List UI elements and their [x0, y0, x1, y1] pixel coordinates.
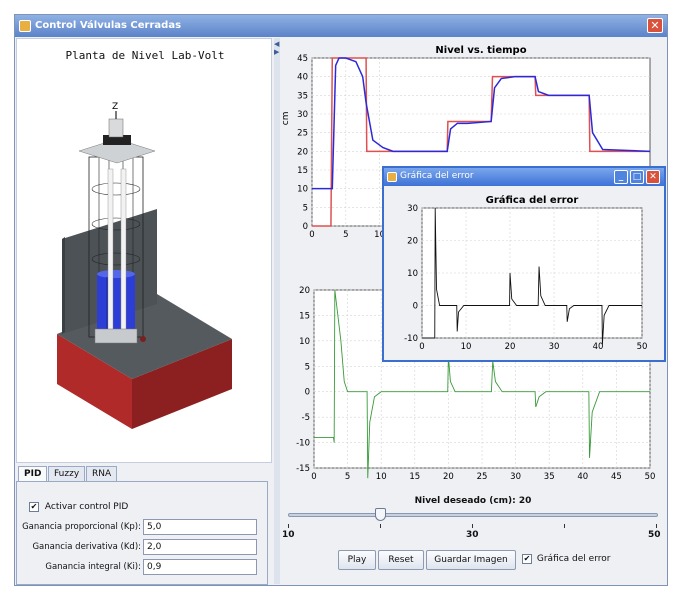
x-tick-label: 30 — [510, 472, 521, 482]
error-chart: Gráfica del error-1001020300 10 20 30 40 50 — [404, 194, 648, 352]
kp-label: Ganancia proporcional (Kp): — [22, 522, 141, 532]
slider-min-label: 10 — [282, 530, 295, 540]
y-tick-label: 15 — [299, 311, 310, 321]
x-tick-label: 10 — [461, 342, 472, 352]
kd-label: Ganancia derivativa (Kd): — [32, 542, 141, 552]
x-tick-label: 25 — [477, 472, 488, 482]
y-tick-label: 10 — [407, 269, 418, 279]
window-title: Control Válvulas Cerradas — [35, 20, 182, 31]
x-tick-label: 0 — [309, 230, 314, 240]
setpoint-title: Nivel deseado (cm): 20 — [414, 496, 532, 506]
tab-rna[interactable]: RNA — [86, 466, 118, 482]
close-error-window-icon[interactable]: ✕ — [646, 170, 660, 184]
y-tick-label: 30 — [297, 110, 308, 120]
y-tick-label: -10 — [296, 439, 310, 449]
y-tick-label: 15 — [297, 166, 308, 176]
error-window-app-icon — [387, 172, 397, 182]
x-tick-label: 50 — [645, 472, 656, 482]
chart-title: Nivel vs. tiempo — [435, 45, 526, 56]
action-buttons: Play Reset Guardar Imagen ✔ Gráfica del … — [280, 550, 666, 572]
y-tick-label: -15 — [296, 464, 310, 474]
slider-max-label: 50 — [648, 530, 661, 540]
collapse-right-icon[interactable]: ▶ — [274, 48, 279, 56]
plant-3d-model: Z — [57, 102, 232, 429]
tank-water — [97, 274, 135, 334]
x-tick-label: 45 — [611, 472, 622, 482]
x-tick-label: 20 — [443, 472, 454, 482]
y-tick-label: 45 — [297, 54, 308, 64]
x-tick-label: 50 — [637, 342, 648, 352]
x-tick-label: 0 — [419, 342, 424, 352]
error-window-title: Gráfica del error — [400, 171, 474, 181]
y-tick-label: 35 — [297, 91, 308, 101]
y-tick-label: 40 — [297, 73, 308, 83]
x-tick-label: 5 — [343, 230, 348, 240]
error-window-titlebar[interactable]: Gráfica del error _ □ ✕ — [384, 168, 664, 186]
setpoint-slider-thumb[interactable] — [375, 508, 386, 521]
activate-pid-row[interactable]: ✔ Activar control PID — [29, 502, 128, 513]
minimize-icon[interactable]: _ — [614, 170, 628, 184]
y-tick-label: 20 — [299, 286, 310, 296]
ki-input[interactable]: 0,9 — [143, 559, 257, 575]
pid-panel: ✔ Activar control PID Ganancia proporcio… — [16, 481, 268, 585]
x-tick-label: 10 — [376, 472, 387, 482]
plant-3d-view[interactable]: Planta de Nivel Lab-Volt Z — [16, 38, 272, 463]
x-tick-label: 15 — [409, 472, 420, 482]
slider-mid-label: 30 — [466, 530, 479, 540]
y-tick-label: 10 — [299, 337, 310, 347]
x-tick-label: 35 — [544, 472, 555, 482]
back-panel-edge — [62, 237, 65, 334]
y-tick-label: -5 — [302, 413, 310, 423]
x-tick-label: 30 — [549, 342, 560, 352]
y-tick-label: 5 — [303, 203, 308, 213]
chart-title: Gráfica del error — [486, 194, 579, 206]
x-tick-label: 40 — [593, 342, 604, 352]
activate-pid-checkbox[interactable]: ✔ — [29, 502, 39, 512]
reset-button[interactable]: Reset — [378, 550, 424, 570]
z-axis-label: Z — [112, 102, 118, 112]
kp-input[interactable]: 5,0 — [143, 519, 257, 535]
y-tick-label: 5 — [305, 362, 310, 372]
error-chart-checkbox[interactable]: ✔ — [522, 554, 532, 564]
y-tick-label: 0 — [305, 388, 310, 398]
save-image-button[interactable]: Guardar Imagen — [426, 550, 516, 570]
maximize-icon[interactable]: □ — [630, 170, 644, 184]
play-button[interactable]: Play — [338, 550, 376, 570]
tab-fuzzy[interactable]: Fuzzy — [48, 466, 86, 482]
activate-pid-label: Activar control PID — [44, 502, 129, 512]
x-tick-label: 5 — [345, 472, 350, 482]
x-tick-label: 20 — [505, 342, 516, 352]
y-tick-label: 10 — [297, 185, 308, 195]
x-tick-label: 40 — [577, 472, 588, 482]
y-tick-label: -10 — [404, 334, 418, 344]
error-chart-toggle[interactable]: ✔ Gráfica del error — [522, 554, 610, 565]
x-tick-label: 0 — [311, 472, 316, 482]
y-tick-label: 0 — [303, 222, 308, 232]
kd-input[interactable]: 2,0 — [143, 539, 257, 555]
error-chart-window[interactable]: Gráfica del error _ □ ✕ Gráfica del erro… — [382, 166, 666, 362]
y-tick-label: 30 — [407, 204, 418, 214]
y-tick-label: 20 — [297, 147, 308, 157]
tab-pid[interactable]: PID — [18, 466, 48, 482]
ki-label: Ganancia integral (Ki): — [45, 562, 141, 572]
setpoint-slider-area: Nivel deseado (cm): 20 10 30 50 — [280, 496, 666, 556]
y-tick-label: 0 — [413, 302, 418, 312]
collapse-left-icon[interactable]: ◀ — [274, 40, 279, 48]
close-window-button[interactable]: ✕ — [647, 18, 663, 33]
y-tick-label: 20 — [407, 237, 418, 247]
java-app-icon — [19, 20, 31, 32]
setpoint-slider-track[interactable] — [288, 513, 658, 517]
y-tick-label: 25 — [297, 129, 308, 139]
y-axis-label: cm — [281, 111, 291, 125]
error-chart-label: Gráfica del error — [536, 554, 611, 564]
title-bar[interactable]: Control Válvulas Cerradas ✕ — [15, 15, 667, 37]
